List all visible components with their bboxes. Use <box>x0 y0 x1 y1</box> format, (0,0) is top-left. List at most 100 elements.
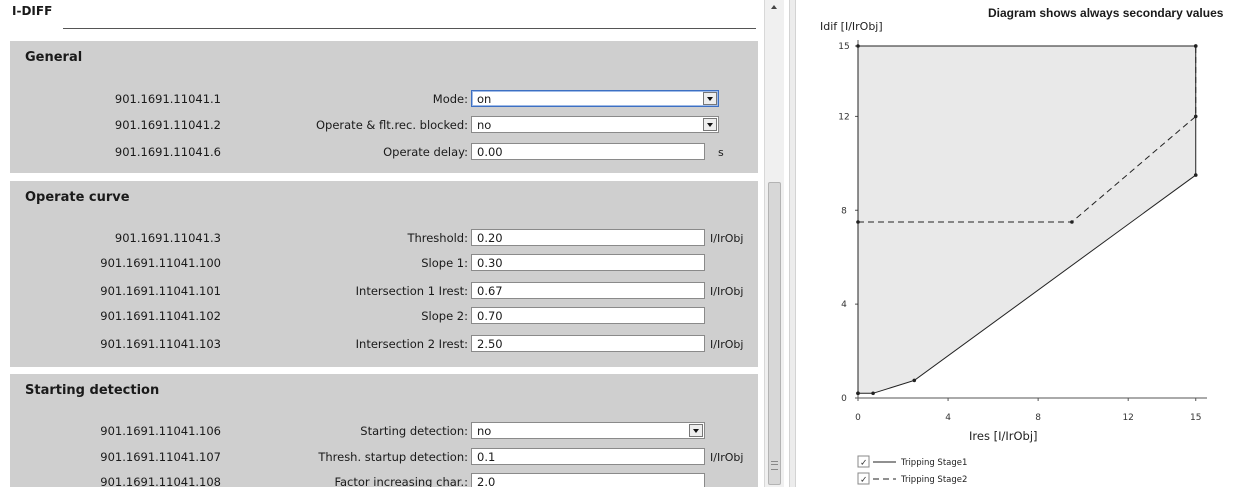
series-point <box>871 391 875 396</box>
y-tick-label: 12 <box>838 112 849 122</box>
y-tick-label: 15 <box>838 42 849 52</box>
unit-label: I/IrObj <box>710 232 744 245</box>
y-tick-label: 4 <box>841 300 847 310</box>
field-value: 0.20 <box>477 231 503 245</box>
panel-title: I-DIFF <box>12 4 53 18</box>
setting-row: 901.1691.11041.1 Mode: on <box>10 89 758 109</box>
field-value: 2.0 <box>477 475 496 487</box>
series-point <box>856 220 860 224</box>
setting-row: 901.1691.11041.102 Slope 2: 0.70 <box>10 306 758 326</box>
series-point <box>912 378 917 383</box>
vertical-scrollbar[interactable] <box>764 0 784 487</box>
series-point <box>1193 114 1198 119</box>
series-point <box>856 391 860 396</box>
parameter-id: 901.1691.11041.102 <box>100 309 221 323</box>
parameter-id: 901.1691.11041.101 <box>100 284 221 298</box>
slope-2-input[interactable]: 0.70 <box>471 307 705 324</box>
unit-label: I/IrObj <box>710 285 744 298</box>
intersection-1-input[interactable]: 0.67 <box>471 282 705 299</box>
field-value: 0.00 <box>477 145 503 159</box>
field-value: 0.30 <box>477 256 503 270</box>
unit-label: I/IrObj <box>710 451 744 464</box>
scrollbar-thumb[interactable] <box>768 182 781 485</box>
series-point <box>856 44 860 48</box>
x-tick-label: 15 <box>1190 413 1201 423</box>
parameter-label: Mode: <box>432 92 468 106</box>
parameter-label: Factor increasing char.: <box>334 475 468 487</box>
scroll-up-icon[interactable] <box>765 0 784 16</box>
series-point <box>1193 173 1198 177</box>
field-value: 0.1 <box>477 450 496 464</box>
setting-row: 901.1691.11041.3 Threshold: 0.20 I/IrObj <box>10 228 758 248</box>
setting-row: 901.1691.11041.108 Factor increasing cha… <box>10 472 758 487</box>
operate-blocked-dropdown[interactable]: no <box>471 116 719 133</box>
parameter-label: Intersection 1 Irest: <box>355 284 468 298</box>
setting-row: 901.1691.11041.6 Operate delay: 0.00 s <box>10 142 758 162</box>
intersection-2-input[interactable]: 2.50 <box>471 335 705 352</box>
chevron-down-icon[interactable] <box>703 118 717 131</box>
thresh-startup-input[interactable]: 0.1 <box>471 448 705 465</box>
legend-label: Tripping Stage1 <box>900 458 967 468</box>
setting-row: 901.1691.11041.2 Operate & flt.rec. bloc… <box>10 115 758 135</box>
operate-delay-input[interactable]: 0.00 <box>471 143 705 160</box>
parameter-id: 901.1691.11041.3 <box>114 231 221 245</box>
trip-area-fill <box>858 46 1196 394</box>
pane-divider[interactable] <box>789 0 796 487</box>
legend-label: Tripping Stage2 <box>900 475 967 485</box>
parameter-label: Thresh. startup detection: <box>318 450 468 464</box>
mode-dropdown[interactable]: on <box>471 90 719 107</box>
section-title: Operate curve <box>25 190 130 205</box>
threshold-input[interactable]: 0.20 <box>471 229 705 246</box>
setting-row: 901.1691.11041.107 Thresh. startup detec… <box>10 447 758 467</box>
section-operate-curve: Operate curve 901.1691.11041.3 Threshold… <box>10 181 758 367</box>
check-icon: ✓ <box>860 476 868 486</box>
y-axis-label: Idif [I/IrObj] <box>820 20 883 33</box>
field-value: 0.70 <box>477 309 503 323</box>
title-underline <box>63 28 756 29</box>
parameter-label: Operate delay: <box>383 145 468 159</box>
chart-legend: ✓ Tripping Stage1 ✓ Tripping Stage2 <box>857 455 967 486</box>
slope-1-input[interactable]: 0.30 <box>471 254 705 271</box>
trip-characteristic-chart: 0 4 8 12 15 0 4 8 12 15 Idif [I/IrObj] Ires [I/Ir… <box>820 20 1207 486</box>
parameter-id: 901.1691.11041.1 <box>114 92 221 106</box>
check-icon: ✓ <box>860 459 868 469</box>
series-point <box>1070 220 1074 224</box>
y-tick-label: 0 <box>841 394 847 404</box>
parameter-id: 901.1691.11041.100 <box>100 256 221 270</box>
section-title: General <box>25 50 83 65</box>
parameter-label: Starting detection: <box>360 424 468 438</box>
parameter-id: 901.1691.11041.107 <box>100 450 221 464</box>
x-tick-label: 12 <box>1122 413 1133 423</box>
factor-increasing-input[interactable]: 2.0 <box>471 473 705 487</box>
chevron-down-icon[interactable] <box>703 92 717 105</box>
grip-icon <box>771 461 778 470</box>
setting-row: 901.1691.11041.100 Slope 1: 0.30 <box>10 253 758 273</box>
parameter-id: 901.1691.11041.108 <box>100 475 221 487</box>
settings-panel: I-DIFF General 901.1691.11041.1 Mode: on… <box>0 0 764 487</box>
unit-label: s <box>718 146 724 159</box>
y-tick-label: 8 <box>841 206 847 216</box>
parameter-label: Slope 1: <box>421 256 468 270</box>
parameter-id: 901.1691.11041.6 <box>114 145 221 159</box>
parameter-label: Threshold: <box>407 231 468 245</box>
section-title: Starting detection <box>25 383 160 398</box>
field-value: 0.67 <box>477 284 503 298</box>
x-axis-label: Ires [I/IrObj] <box>969 429 1038 443</box>
starting-detection-dropdown[interactable]: no <box>471 422 705 439</box>
parameter-label: Intersection 2 Irest: <box>355 337 468 351</box>
section-starting-detection: Starting detection 901.1691.11041.106 St… <box>10 374 758 487</box>
unit-label: I/IrObj <box>710 338 744 351</box>
section-general: General 901.1691.11041.1 Mode: on 901.16… <box>10 41 758 173</box>
field-value: no <box>477 424 492 438</box>
parameter-label: Slope 2: <box>421 309 468 323</box>
parameter-label: Operate & flt.rec. blocked: <box>315 118 468 132</box>
field-value: on <box>477 92 492 106</box>
field-value: no <box>477 118 492 132</box>
parameter-id: 901.1691.11041.2 <box>114 118 221 132</box>
series-point <box>1193 44 1198 48</box>
x-tick-label: 0 <box>855 413 861 423</box>
setting-row: 901.1691.11041.106 Starting detection: n… <box>10 421 758 441</box>
chevron-down-icon[interactable] <box>689 424 703 437</box>
setting-row: 901.1691.11041.103 Intersection 2 Irest:… <box>10 334 758 354</box>
parameter-id: 901.1691.11041.103 <box>100 337 221 351</box>
